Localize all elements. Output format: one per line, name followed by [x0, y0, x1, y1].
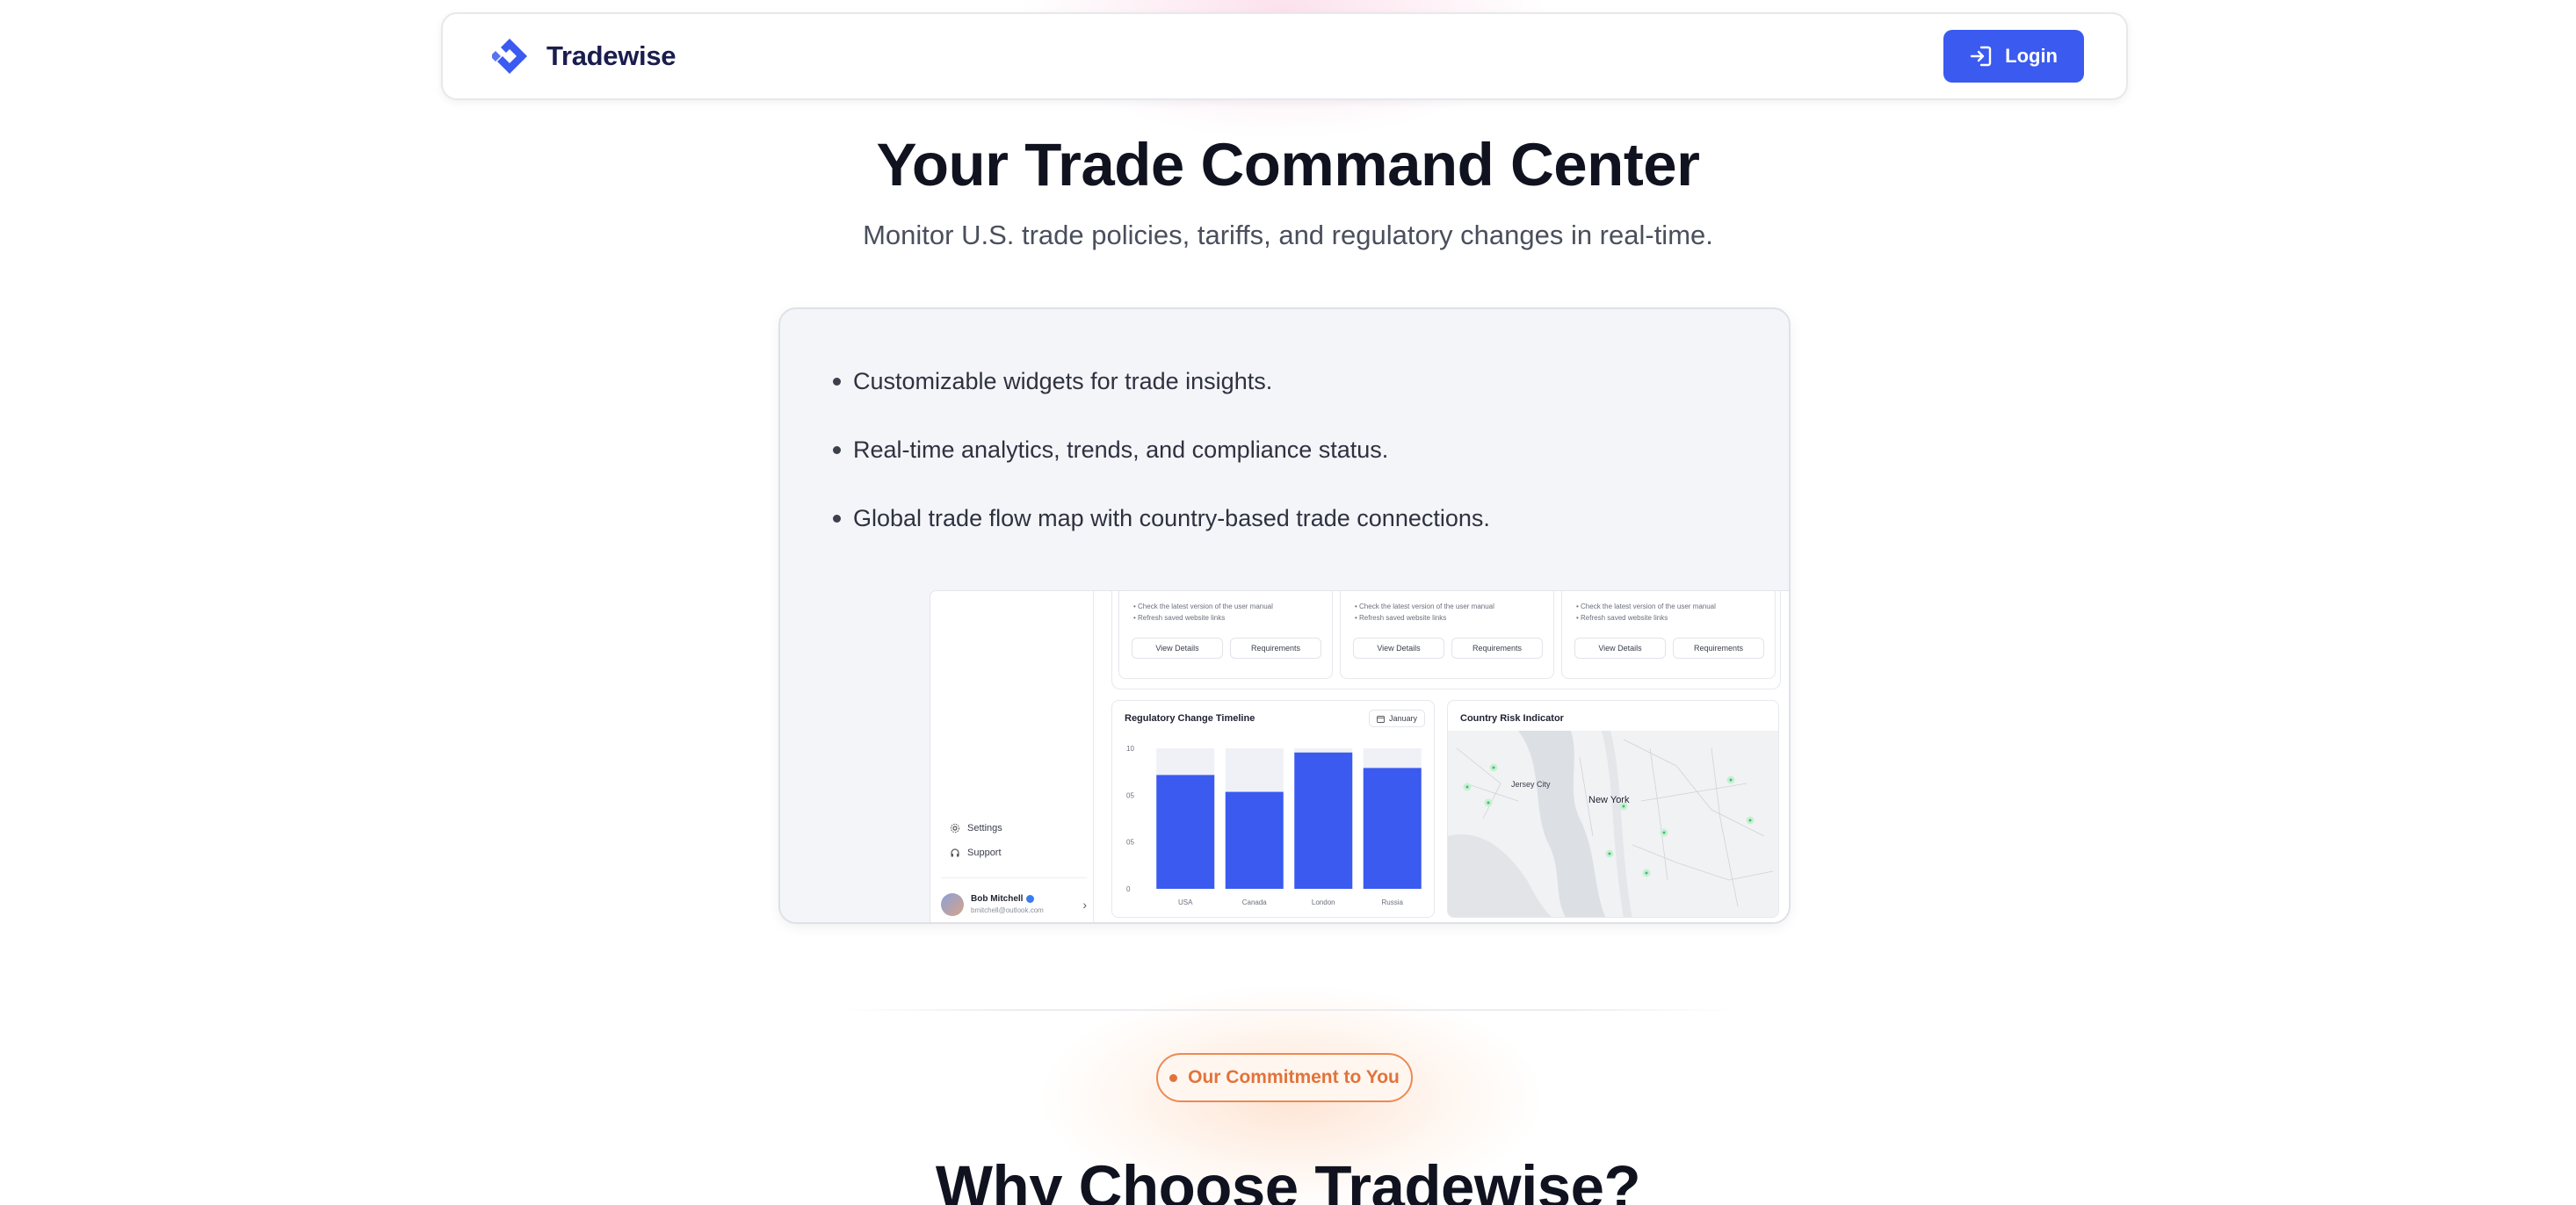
view-details-button[interactable]: View Details: [1574, 638, 1666, 659]
section-divider: [843, 1009, 1733, 1011]
bar-canada[interactable]: [1225, 791, 1284, 889]
risk-marker[interactable]: [1605, 849, 1614, 858]
bar-russia[interactable]: [1363, 768, 1422, 889]
calendar-icon: [1377, 715, 1385, 723]
badge-dot-icon: [1169, 1073, 1178, 1082]
feature-card: Customizable widgets for trade insights.…: [778, 307, 1791, 924]
user-name: Bob Mitchell: [971, 894, 1024, 904]
avatar: [941, 892, 964, 916]
bullet-icon: [833, 445, 841, 454]
bar-london[interactable]: [1294, 752, 1353, 889]
chevron-right-icon: ›: [1082, 897, 1087, 912]
x-tick-label: Canada: [1242, 898, 1268, 906]
task-line: Refresh saved website links: [1359, 614, 1447, 622]
requirements-button[interactable]: Requirements: [1673, 638, 1764, 659]
feature-item: Global trade flow map with country-based…: [833, 501, 1490, 536]
task-line: Refresh saved website links: [1138, 614, 1226, 622]
risk-map: Jersey City New York: [1448, 731, 1778, 917]
task-cards-row: • Check the latest version of the user m…: [1111, 591, 1779, 679]
user-email: bmitchell@outlook.com: [971, 906, 1044, 914]
view-details-button[interactable]: View Details: [1132, 638, 1223, 659]
country-risk-card: Country Risk Indicator Jersey City New Y…: [1447, 700, 1779, 918]
task-buttons: View Details Requirements: [1574, 638, 1764, 659]
task-card: • Check the latest version of the user m…: [1561, 591, 1776, 679]
landing-page: Tradewise Login Your Trade Command Cente…: [0, 0, 2576, 1205]
section-title: Why Choose Tradewise?: [935, 1153, 1641, 1205]
badge-label: Our Commitment to You: [1188, 1067, 1400, 1087]
risk-marker[interactable]: [1484, 798, 1493, 807]
login-button[interactable]: Login: [1943, 30, 2084, 83]
regulatory-timeline-card: Regulatory Change Timeline January 0 05 05…: [1111, 700, 1435, 918]
risk-marker[interactable]: [1726, 776, 1735, 784]
verified-icon: [1026, 895, 1035, 903]
navbar: Tradewise Login: [441, 12, 2128, 100]
chart-title: Regulatory Change Timeline: [1125, 713, 1255, 724]
task-line: Refresh saved website links: [1581, 614, 1668, 622]
hero-subtitle: Monitor U.S. trade policies, tariffs, an…: [863, 220, 1713, 250]
task-line: Check the latest version of the user man…: [1359, 602, 1494, 610]
requirements-button[interactable]: Requirements: [1451, 638, 1543, 659]
risk-marker[interactable]: [1746, 816, 1755, 825]
y-tick-label: 10: [1126, 745, 1134, 753]
hero-title: Your Trade Command Center: [876, 131, 1700, 198]
sidebar-item-support[interactable]: Support: [950, 848, 1002, 858]
y-tick-label: 05: [1126, 791, 1134, 799]
risk-marker[interactable]: [1463, 783, 1472, 791]
month-label: January: [1388, 714, 1417, 723]
y-tick-label: 05: [1126, 839, 1134, 847]
headphones-icon: [951, 848, 959, 857]
brand[interactable]: Tradewise: [488, 35, 677, 77]
map-title: Country Risk Indicator: [1460, 713, 1564, 724]
y-tick-label: 0: [1126, 885, 1131, 893]
user-name-row: Bob Mitchell: [971, 894, 1044, 904]
bar-chart: 0 05 05 10 USA Canada London Russia: [1126, 745, 1422, 906]
gear-icon: [950, 823, 960, 833]
risk-marker[interactable]: [1619, 802, 1628, 811]
risk-marker[interactable]: [1642, 869, 1651, 877]
risk-marker[interactable]: [1660, 828, 1668, 837]
tradewise-logo-icon: [492, 39, 527, 74]
task-lines: • Check the latest version of the user m…: [1355, 602, 1494, 622]
x-tick-label: USA: [1178, 898, 1193, 906]
bullet-icon: [833, 377, 841, 386]
sidebar-item-label: Settings: [967, 823, 1002, 833]
bullet-icon: [833, 514, 841, 523]
feature-list: Customizable widgets for trade insights.…: [833, 364, 1490, 569]
x-tick-label: London: [1312, 898, 1335, 906]
task-lines: • Check the latest version of the user m…: [1576, 602, 1716, 622]
feature-text: Real-time analytics, trends, and complia…: [853, 436, 1389, 463]
preview-sidebar: Settings Support Bob Mitchell bmitchell@…: [930, 591, 1094, 922]
login-icon: [1970, 46, 1992, 67]
commitment-badge: Our Commitment to You: [1156, 1053, 1413, 1102]
feature-text: Global trade flow map with country-based…: [853, 504, 1490, 531]
bar-usa[interactable]: [1156, 775, 1215, 889]
map-label: Jersey City: [1511, 780, 1551, 789]
brand-name: Tradewise: [546, 40, 677, 71]
view-details-button[interactable]: View Details: [1353, 638, 1444, 659]
task-card: • Check the latest version of the user m…: [1118, 591, 1333, 679]
month-selector[interactable]: January: [1368, 710, 1425, 727]
task-lines: • Check the latest version of the user m…: [1133, 602, 1273, 622]
requirements-button[interactable]: Requirements: [1230, 638, 1321, 659]
sidebar-item-settings[interactable]: Settings: [950, 823, 1002, 833]
task-buttons: View Details Requirements: [1132, 638, 1321, 659]
task-line: Check the latest version of the user man…: [1138, 602, 1273, 610]
task-buttons: View Details Requirements: [1353, 638, 1543, 659]
task-line: Check the latest version of the user man…: [1581, 602, 1716, 610]
x-tick-label: Russia: [1382, 898, 1404, 906]
user-profile[interactable]: Bob Mitchell bmitchell@outlook.com ›: [941, 877, 1087, 921]
feature-text: Customizable widgets for trade insights.: [853, 367, 1273, 394]
task-card: • Check the latest version of the user m…: [1340, 591, 1554, 679]
feature-item: Real-time analytics, trends, and complia…: [833, 432, 1490, 467]
login-label: Login: [2005, 45, 2058, 67]
sidebar-item-label: Support: [967, 848, 1002, 858]
feature-item: Customizable widgets for trade insights.: [833, 364, 1490, 399]
dashboard-preview: Settings Support Bob Mitchell bmitchell@…: [930, 590, 1789, 922]
risk-marker[interactable]: [1489, 763, 1498, 772]
